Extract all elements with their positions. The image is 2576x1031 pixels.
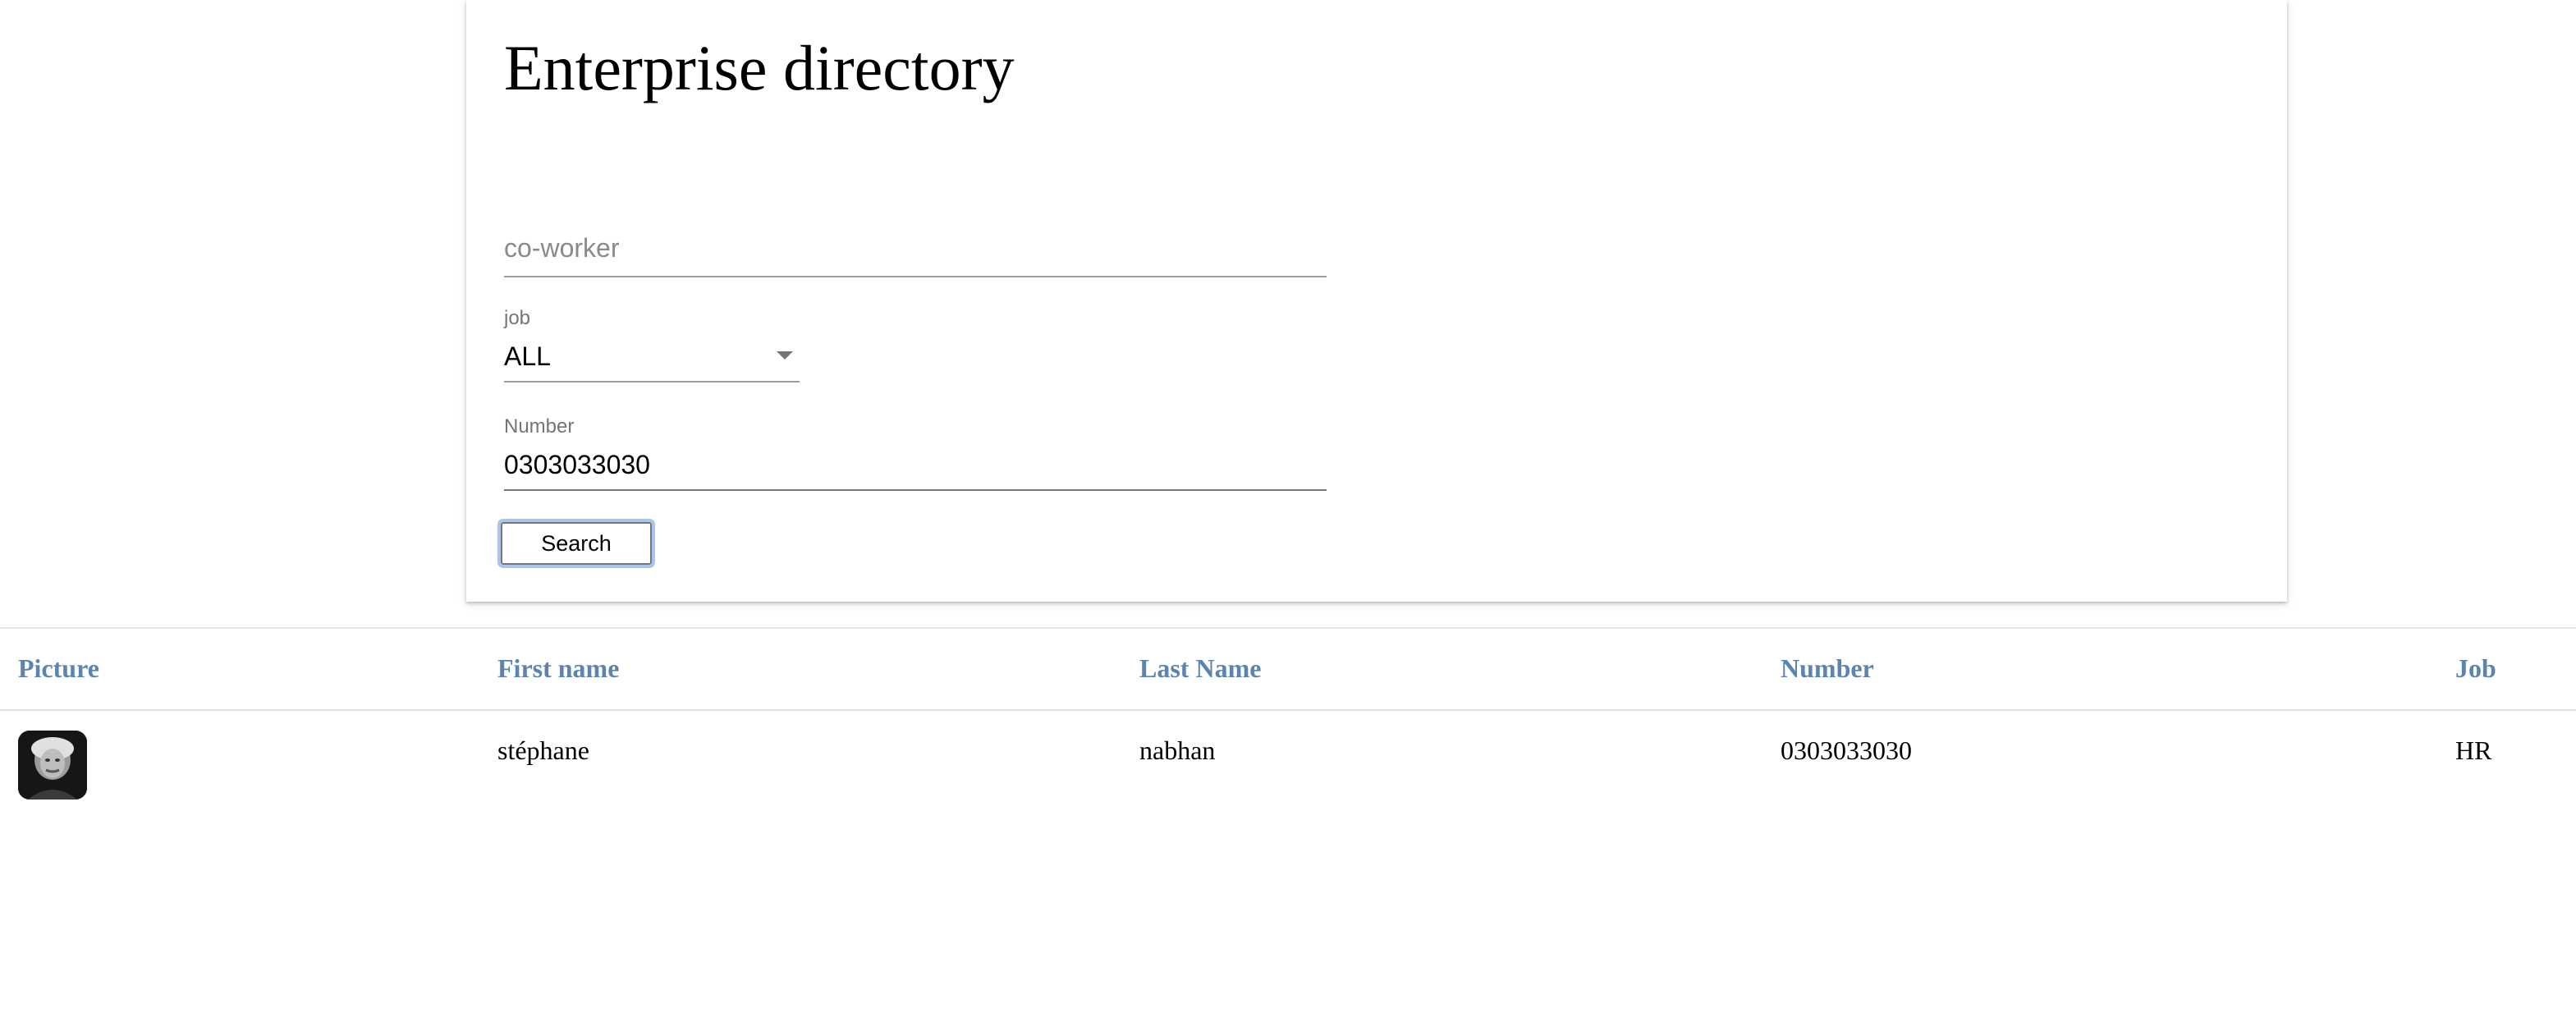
dropdown-arrow-icon[interactable] xyxy=(777,351,793,360)
person-photo-icon xyxy=(18,731,87,800)
coworker-field[interactable] xyxy=(504,222,1327,277)
first-name-cell: stéphane xyxy=(497,735,589,765)
column-header-number: Number xyxy=(1781,653,1874,683)
coworker-input[interactable] xyxy=(504,233,1327,263)
number-input[interactable]: 0303033030 xyxy=(504,450,650,480)
search-button[interactable]: Search xyxy=(497,519,655,568)
column-header-first-name: First name xyxy=(497,653,620,683)
table-header: Picture First name Last Name Number Job xyxy=(0,629,2576,711)
column-header-last-name: Last Name xyxy=(1139,653,1262,683)
job-select[interactable]: job ALL xyxy=(504,307,800,383)
number-cell: 0303033030 xyxy=(1781,735,1912,765)
job-selected-value[interactable]: ALL xyxy=(504,341,551,372)
column-header-job: Job xyxy=(2455,653,2496,683)
job-cell: HR xyxy=(2455,735,2492,765)
search-card: Enterprise directory job ALL Number 0303… xyxy=(466,0,2287,602)
job-label: job xyxy=(504,307,531,329)
column-header-picture: Picture xyxy=(18,653,99,683)
last-name-cell: nabhan xyxy=(1139,735,1216,765)
number-field[interactable]: Number 0303033030 xyxy=(504,415,1327,491)
results-table: Picture First name Last Name Number Job xyxy=(0,627,2576,711)
number-label: Number xyxy=(504,415,575,438)
avatar xyxy=(18,731,87,800)
page-title: Enterprise directory xyxy=(504,32,1015,103)
